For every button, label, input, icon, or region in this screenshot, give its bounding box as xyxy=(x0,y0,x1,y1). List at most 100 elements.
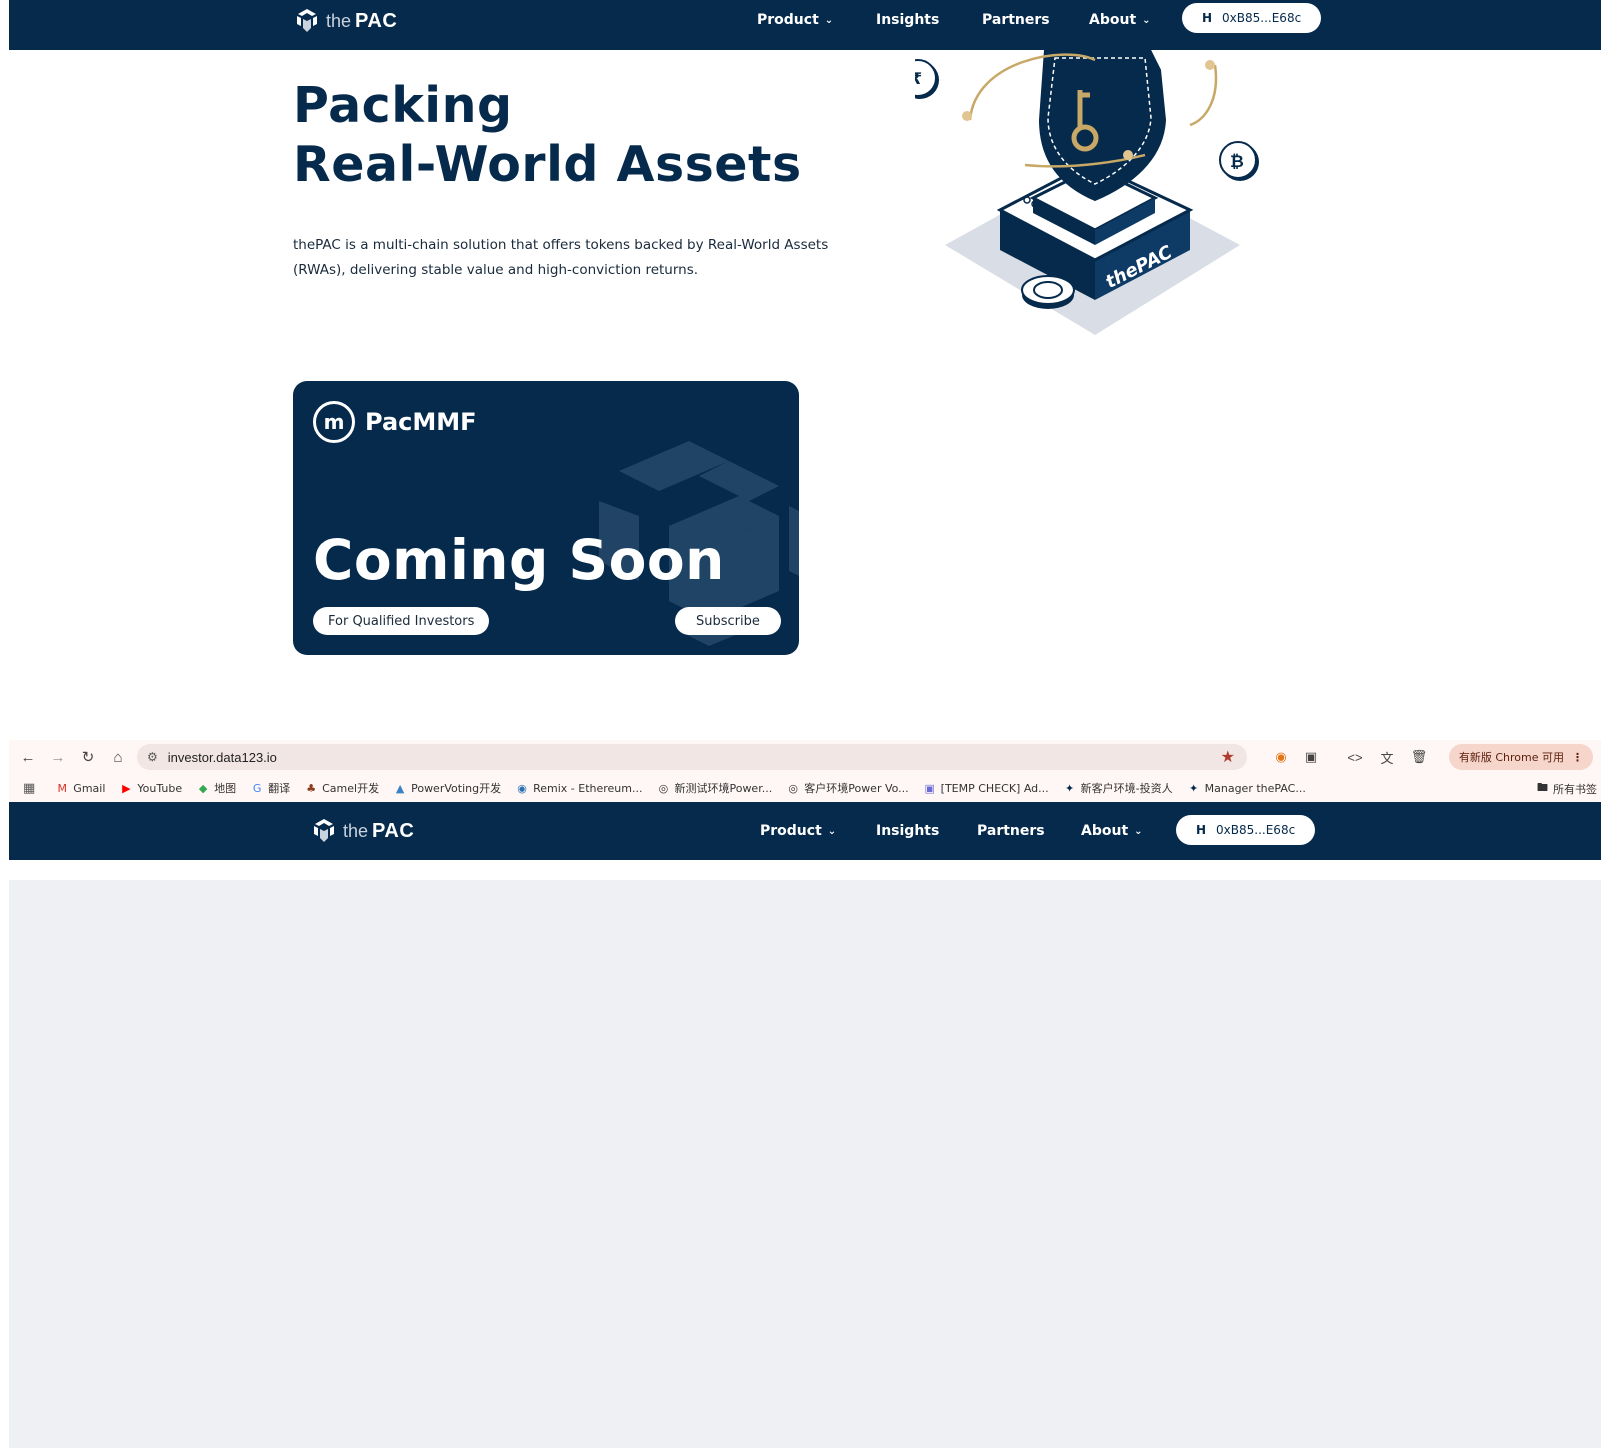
qualified-investors-button[interactable]: For Qualified Investors xyxy=(313,607,490,635)
bookmark-item[interactable]: ✦ Manager thePAC... xyxy=(1187,781,1306,795)
bookmark-item[interactable]: ✦ 新客户环境-投资人 xyxy=(1063,780,1173,796)
metamask-icon[interactable]: ◉ xyxy=(1271,748,1291,766)
bookmark-label: 翻译 xyxy=(268,782,291,795)
nav-insights[interactable]: Insights xyxy=(876,0,939,40)
bookmark-item[interactable]: ◆ 地图 xyxy=(196,780,236,796)
bookmark-label: [TEMP CHECK] Ad... xyxy=(940,781,1049,795)
bookmark-item[interactable]: ◎ 客户环境Power Vo... xyxy=(786,780,908,796)
chrome-update-button[interactable]: 有新版 Chrome 可用 ⋮ xyxy=(1448,744,1593,770)
all-bookmarks-label: 所有书签 xyxy=(1553,782,1597,796)
chevron-down-icon: ⌄ xyxy=(1142,14,1151,26)
nav-partners[interactable]: Partners xyxy=(982,0,1050,40)
nav-product[interactable]: Product ⌄ xyxy=(760,802,836,860)
bookmark-label: 新测试环境Power... xyxy=(674,782,773,795)
home-icon[interactable]: ⌂ xyxy=(107,747,129,767)
logo-text-pac: PAC xyxy=(372,819,415,842)
extensions-icon[interactable]: ▣ xyxy=(1301,748,1321,766)
subscribe-button[interactable]: Subscribe xyxy=(675,607,781,635)
bookmark-label: PowerVoting开发 xyxy=(411,782,502,795)
wallet-address: 0xB85...E68c xyxy=(1222,11,1302,25)
wallet-chain-icon: H xyxy=(1202,11,1213,25)
nav-insights-label: Insights xyxy=(876,823,940,839)
bookmark-label: 新客户环境-投资人 xyxy=(1080,782,1173,795)
forum-icon: ▣ xyxy=(924,781,935,795)
bookmark-star-icon[interactable]: ★ xyxy=(1221,747,1235,767)
bookmark-label: 地图 xyxy=(214,782,237,795)
nav-about[interactable]: About ⌄ xyxy=(1081,802,1143,860)
site-navbar: the PAC Product ⌄ Insights Partners About… xyxy=(9,0,1601,50)
pacmmf-brand-name: PacMMF xyxy=(365,408,477,436)
hero-title-line1: Packing xyxy=(293,77,513,134)
bookmark-item[interactable]: ▣ [TEMP CHECK] Ad... xyxy=(923,781,1049,795)
gmail-icon: M xyxy=(57,781,68,795)
bookmark-item[interactable]: G 翻译 xyxy=(250,780,290,796)
thepac-logo-icon xyxy=(314,819,334,842)
more-menu-icon[interactable]: ⋮ xyxy=(1572,751,1583,764)
logo-text-the: the xyxy=(326,10,352,31)
chrome-update-label: 有新版 Chrome 可用 xyxy=(1458,751,1564,764)
address-bar[interactable]: ⚙ investor.data123.io ★ xyxy=(137,744,1247,770)
back-icon[interactable]: ← xyxy=(17,747,39,767)
nav-product-label: Product xyxy=(757,12,819,28)
bookmark-item[interactable]: ◎ 新测试环境Power... xyxy=(656,780,773,796)
devtools-icon[interactable]: <> xyxy=(1345,748,1365,766)
illustration-coin-face xyxy=(1021,275,1075,309)
thepac-icon: ✦ xyxy=(1189,781,1199,795)
trash-icon[interactable]: 🗑 xyxy=(1409,748,1429,766)
illustration-shield xyxy=(1038,50,1167,202)
thepac-logo[interactable]: the PAC xyxy=(309,816,414,846)
illustration-coin-bitcoin: ₿ xyxy=(1219,141,1259,181)
site-navbar-secondary: the PAC Product ⌄ Insights Partners About… xyxy=(9,802,1601,860)
nav-about-label: About xyxy=(1089,12,1137,28)
svg-text:₿: ₿ xyxy=(1230,152,1244,172)
page-loading-area xyxy=(9,880,1601,1448)
translate-icon[interactable]: 文 xyxy=(1377,748,1397,766)
bookmark-label: Remix - Ethereum... xyxy=(533,781,643,795)
bookmark-label: YouTube xyxy=(137,781,183,795)
all-bookmarks[interactable]: 🖿 所有书签 xyxy=(1537,779,1597,798)
hero-title-realworld: Real-World xyxy=(293,136,599,193)
bookmark-item[interactable]: ▶ YouTube xyxy=(119,781,182,795)
address-url: investor.data123.io xyxy=(167,749,277,765)
thepac-logo[interactable]: the PAC xyxy=(292,6,397,36)
illustration-coin-rupee: ₹ xyxy=(915,59,939,99)
browser-toolbar: ← → ↻ ⌂ ⚙ investor.data123.io ★ ◉ ▣ <> 文… xyxy=(9,740,1601,774)
svg-text:₹: ₹ xyxy=(915,69,922,88)
nav-insights[interactable]: Insights xyxy=(876,802,939,860)
bookmark-label: Manager thePAC... xyxy=(1204,781,1306,795)
nav-about-label: About xyxy=(1081,823,1129,839)
thepac-icon: ✦ xyxy=(1065,781,1075,795)
coming-soon-headline: Coming Soon xyxy=(313,528,725,592)
nav-partners-label: Partners xyxy=(977,823,1045,839)
bookmark-item[interactable]: M Gmail xyxy=(55,781,106,795)
bookmarks-bar: ▦ M Gmail ▶ YouTube ◆ 地图 G 翻译 ♣ Camel开发 ▲ PowerVoti… xyxy=(9,774,1601,802)
bookmark-label: Camel开发 xyxy=(322,782,380,795)
apps-grid-icon[interactable]: ▦ xyxy=(23,780,35,796)
wallet-address: 0xB85...E68c xyxy=(1216,823,1296,837)
globe-icon: ◎ xyxy=(658,781,669,795)
bookmark-item[interactable]: ▲ PowerVoting开发 xyxy=(393,780,501,796)
reload-icon[interactable]: ↻ xyxy=(77,747,99,767)
nav-partners[interactable]: Partners xyxy=(977,802,1045,860)
bookmark-label: 客户环境Power Vo... xyxy=(804,782,909,795)
youtube-icon: ▶ xyxy=(122,781,131,795)
bookmark-item[interactable]: ♣ Camel开发 xyxy=(304,780,379,796)
translate-icon: G xyxy=(252,781,262,795)
nav-about[interactable]: About ⌄ xyxy=(1089,0,1151,40)
remix-icon: ◉ xyxy=(517,781,527,795)
camel-icon: ♣ xyxy=(306,781,317,795)
powervoting-icon: ▲ xyxy=(395,781,405,795)
wallet-chain-icon: H xyxy=(1196,823,1207,837)
nav-product-label: Product xyxy=(760,823,822,839)
wallet-button[interactable]: H 0xB85...E68c xyxy=(1176,815,1316,845)
logo-text-pac: PAC xyxy=(355,9,398,32)
chevron-down-icon: ⌄ xyxy=(1134,825,1143,837)
site-info-icon[interactable]: ⚙ xyxy=(147,750,158,764)
bookmark-item[interactable]: ◉ Remix - Ethereum... xyxy=(515,781,642,795)
wallet-button[interactable]: H 0xB85...E68c xyxy=(1182,3,1322,33)
bookmarks-list: M Gmail ▶ YouTube ◆ 地图 G 翻译 ♣ Camel开发 ▲ PowerVoting… xyxy=(55,780,1320,796)
forward-icon[interactable]: → xyxy=(47,747,69,767)
nav-product[interactable]: Product ⌄ xyxy=(757,0,833,40)
thepac-logo-icon xyxy=(297,9,317,32)
nav-partners-label: Partners xyxy=(982,12,1050,28)
